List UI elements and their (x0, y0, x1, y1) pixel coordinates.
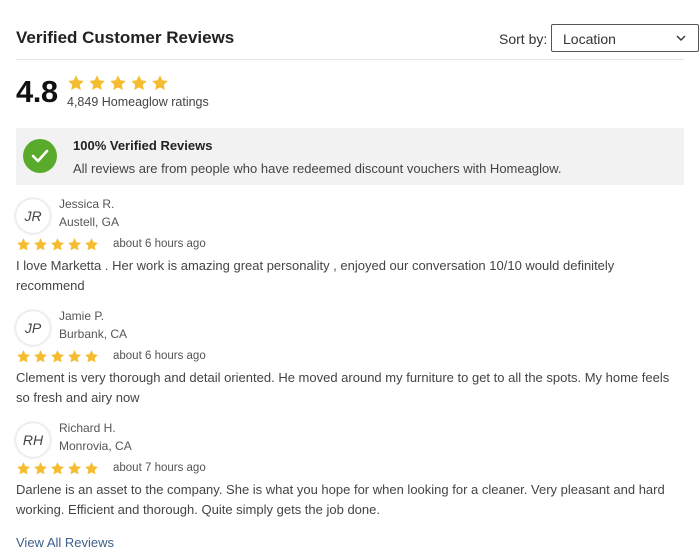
avatar: JP (16, 311, 50, 345)
review-item: JP Jamie P. Burbank, CA about 6 hours ag… (16, 309, 684, 411)
star-icon (51, 238, 64, 251)
reviewer-location: Monrovia, CA (59, 439, 132, 453)
review-time: about 6 hours ago (113, 350, 206, 362)
star-icon (68, 462, 81, 475)
sort-label: Sort by: (499, 31, 548, 47)
review-text: Darlene is an asset to the company. She … (16, 482, 665, 517)
avatar: RH (16, 423, 50, 457)
reviews-header: Verified Customer Reviews Sort by: Locat… (16, 24, 699, 60)
page-title: Verified Customer Reviews (16, 28, 235, 47)
star-icon (17, 462, 30, 475)
verified-description: All reviews are from people who have red… (73, 161, 562, 176)
star-icon (85, 238, 98, 251)
chevron-down-icon (676, 35, 686, 41)
sort-select-value: Location (563, 31, 616, 47)
review-stars (16, 237, 99, 252)
review-item: JR Jessica R. Austell, GA about 6 hours … (16, 197, 684, 299)
review-time: about 7 hours ago (113, 462, 206, 474)
check-icon (23, 139, 57, 173)
reviewer-name: Richard H. (59, 421, 116, 435)
avatar: JR (16, 199, 50, 233)
star-icon (89, 75, 105, 91)
star-icon (34, 350, 47, 363)
star-icon (68, 75, 84, 91)
reviewer-name: Jessica R. (59, 197, 115, 211)
review-item: RH Richard H. Monrovia, CA about 7 hours… (16, 421, 684, 523)
star-icon (68, 350, 81, 363)
reviewer-location: Austell, GA (59, 215, 120, 229)
review-text: I love Marketta . Her work is amazing gr… (16, 258, 615, 293)
star-icon (34, 462, 47, 475)
summary-stars (67, 74, 169, 92)
star-icon (110, 75, 126, 91)
star-icon (17, 350, 30, 363)
review-stars (16, 349, 99, 364)
star-icon (34, 238, 47, 251)
star-icon (51, 350, 64, 363)
review-stars (16, 461, 99, 476)
star-icon (85, 462, 98, 475)
review-time: about 6 hours ago (113, 238, 206, 250)
star-icon (85, 350, 98, 363)
sort-select[interactable]: Location (551, 24, 699, 52)
review-text: Clement is very thorough and detail orie… (16, 370, 670, 405)
ratings-count: 4,849 Homeaglow ratings (67, 95, 209, 109)
reviewer-location: Burbank, CA (59, 327, 128, 341)
star-icon (17, 238, 30, 251)
star-icon (51, 462, 64, 475)
star-icon (68, 238, 81, 251)
average-rating: 4.8 (16, 74, 58, 109)
reviewer-name: Jamie P. (59, 309, 105, 323)
verified-banner: 100% Verified Reviews All reviews are fr… (16, 128, 684, 185)
verified-title: 100% Verified Reviews (73, 138, 213, 153)
view-all-reviews-link[interactable]: View All Reviews (16, 535, 114, 550)
star-icon (131, 75, 147, 91)
rating-summary: 4.8 4,849 Homeaglow ratings (16, 74, 416, 114)
star-icon (152, 75, 168, 91)
